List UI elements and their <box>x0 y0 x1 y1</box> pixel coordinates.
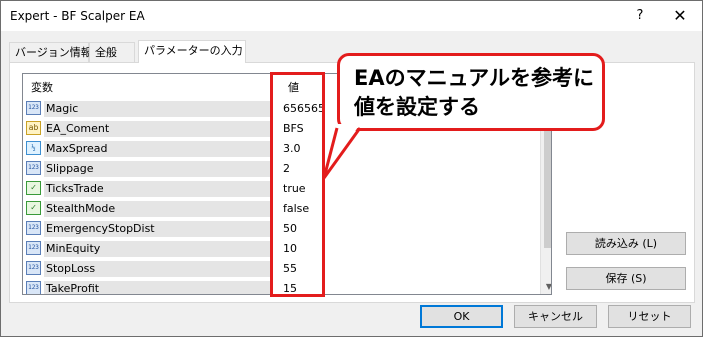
value-column-highlight <box>270 72 325 297</box>
close-icon[interactable]: ✕ <box>668 5 692 27</box>
param-name: Magic <box>44 101 270 117</box>
int-icon: 123 <box>26 161 41 175</box>
reset-button[interactable]: リセット <box>608 305 691 328</box>
param-name: StealthMode <box>44 201 270 217</box>
save-button[interactable]: 保存 (S) <box>566 267 686 290</box>
tab-general[interactable]: 全般 <box>89 42 135 62</box>
param-name: StopLoss <box>44 261 270 277</box>
title-bar: Expert - BF Scalper EA ? ✕ <box>1 1 702 31</box>
int-icon: 123 <box>26 221 41 235</box>
callout-pointer <box>322 124 362 179</box>
int-icon: 123 <box>26 281 41 294</box>
help-icon[interactable]: ? <box>628 5 652 27</box>
column-header-variable[interactable]: 変数 <box>31 79 53 95</box>
param-name: EmergencyStopDist <box>44 221 270 237</box>
window-title: Expert - BF Scalper EA <box>10 9 145 23</box>
bool-icon: ✓ <box>26 201 41 215</box>
annotation-callout: EAのマニュアルを参考に 値を設定する <box>337 53 605 131</box>
int-icon: 123 <box>26 101 41 115</box>
tab-parameters[interactable]: パラメーターの入力 <box>138 40 246 63</box>
scroll-down-icon[interactable]: ▼ <box>541 278 551 294</box>
callout-line-1: EAのマニュアルを参考に <box>354 66 594 90</box>
param-name: MinEquity <box>44 241 270 257</box>
int-icon: 123 <box>26 261 41 275</box>
bool-icon: ✓ <box>26 181 41 195</box>
cancel-button[interactable]: キャンセル <box>514 305 597 328</box>
ok-button[interactable]: OK <box>420 305 503 328</box>
load-button[interactable]: 読み込み (L) <box>566 232 686 255</box>
param-name: EA_Coment <box>44 121 270 137</box>
string-icon: ab <box>26 121 41 135</box>
param-name: Slippage <box>44 161 270 177</box>
param-name: MaxSpread <box>44 141 270 157</box>
callout-line-2: 値を設定する <box>354 95 480 119</box>
double-icon: ½ <box>26 141 41 155</box>
param-name: TakeProfit <box>44 281 270 294</box>
tab-version-info[interactable]: バージョン情報 <box>9 42 92 62</box>
param-name: TicksTrade <box>44 181 270 197</box>
int-icon: 123 <box>26 241 41 255</box>
